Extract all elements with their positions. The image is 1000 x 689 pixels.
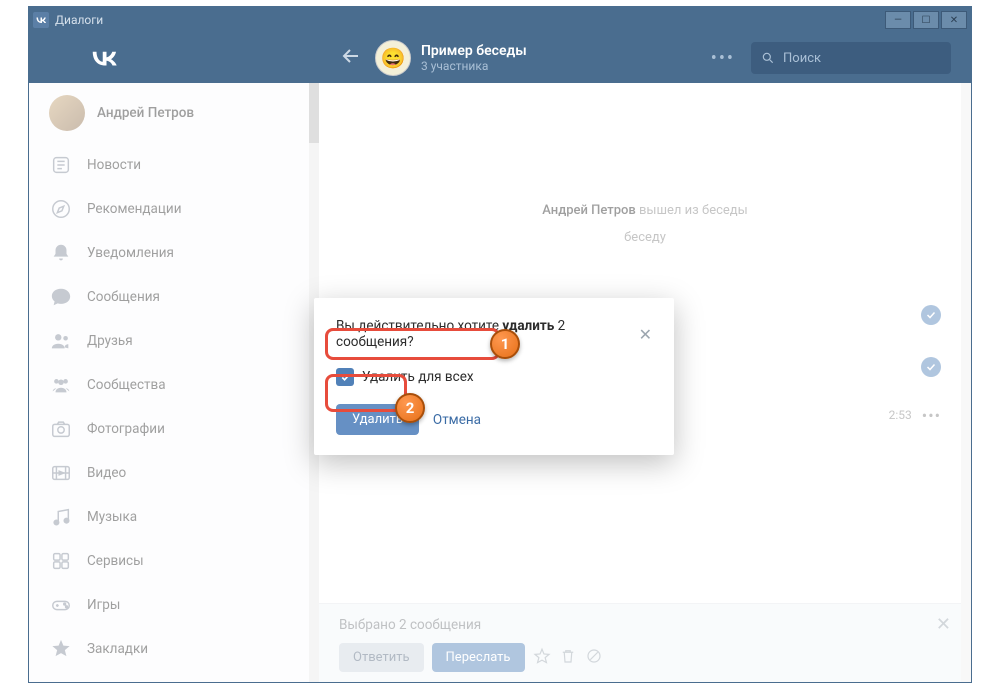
chat-menu-button[interactable]: ••• <box>711 48 735 69</box>
cancel-link[interactable]: Отмена <box>433 412 481 428</box>
chat-subtitle: 3 участника <box>421 59 527 73</box>
chat-avatar[interactable]: 😄 <box>375 40 411 76</box>
close-window-button[interactable]: ✕ <box>941 11 967 29</box>
vk-mini-icon <box>33 12 49 28</box>
app-header: 😄 Пример беседы 3 участника ••• Поиск <box>29 33 971 83</box>
search-icon <box>761 51 775 65</box>
vk-logo-icon[interactable] <box>89 43 119 73</box>
back-button[interactable] <box>339 44 363 72</box>
search-input[interactable]: Поиск <box>751 42 951 74</box>
checkbox-icon <box>336 368 354 386</box>
delete-for-all-checkbox[interactable]: Удалить для всех <box>336 368 652 386</box>
chat-title[interactable]: Пример беседы <box>421 43 527 59</box>
modal-question: Вы действительно хотите удалить 2 сообще… <box>336 318 639 350</box>
maximize-button[interactable]: ☐ <box>913 11 939 29</box>
modal-close-button[interactable]: ✕ <box>639 325 652 344</box>
window-title: Диалоги <box>55 13 103 27</box>
minimize-button[interactable]: — <box>885 11 911 29</box>
confirm-delete-button[interactable]: Удалить <box>336 404 419 435</box>
window-titlebar: Диалоги — ☐ ✕ <box>29 7 971 33</box>
delete-confirm-modal: Вы действительно хотите удалить 2 сообще… <box>314 298 674 455</box>
